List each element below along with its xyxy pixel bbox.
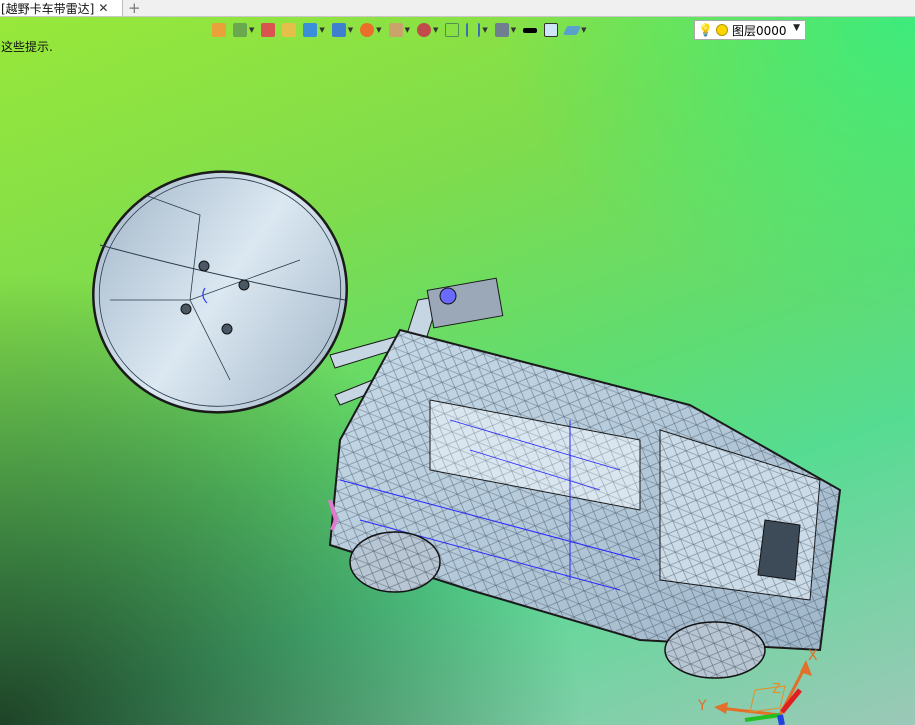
layers-icon[interactable]: ▼	[233, 23, 254, 37]
view-toolbar: ▼ ▼ ▼ ▼ ▼ ▼ ▼ ▼ ▼	[212, 19, 594, 41]
chevron-down-icon[interactable]: ▼	[793, 23, 800, 33]
dimension-icon[interactable]: ▼	[466, 23, 488, 37]
frame-icon[interactable]: ▼	[388, 23, 410, 37]
radar-dish	[92, 170, 348, 414]
bulb-icon[interactable]: 💡	[698, 23, 713, 37]
pencil-icon[interactable]	[261, 23, 276, 37]
layer-name: 图层0000	[731, 23, 787, 38]
move-icon[interactable]: ▼	[416, 23, 438, 37]
cube-icon[interactable]: ▼	[303, 23, 325, 37]
axis-y-label: Y	[697, 698, 707, 714]
axis-x-label: X	[808, 648, 818, 664]
fill-color-icon[interactable]	[544, 23, 559, 37]
axis-z-label: Z	[772, 682, 781, 697]
hint-text: 这些提示.	[1, 40, 53, 54]
import-icon[interactable]	[212, 23, 226, 37]
line-black-icon[interactable]	[523, 27, 538, 33]
select-icon[interactable]	[445, 23, 460, 37]
display-icon[interactable]: ▼	[494, 23, 516, 37]
box-icon[interactable]	[282, 23, 297, 37]
view-icon[interactable]: ▼	[563, 25, 587, 35]
layer-select[interactable]: 💡 图层0000 ▼	[694, 20, 806, 40]
model-scene: X Y Z	[92, 170, 842, 725]
sun-icon[interactable]	[715, 24, 728, 36]
truck-model	[328, 328, 842, 679]
solid-icon[interactable]: ▼	[331, 23, 353, 37]
render-icon[interactable]: ▼	[360, 23, 382, 37]
